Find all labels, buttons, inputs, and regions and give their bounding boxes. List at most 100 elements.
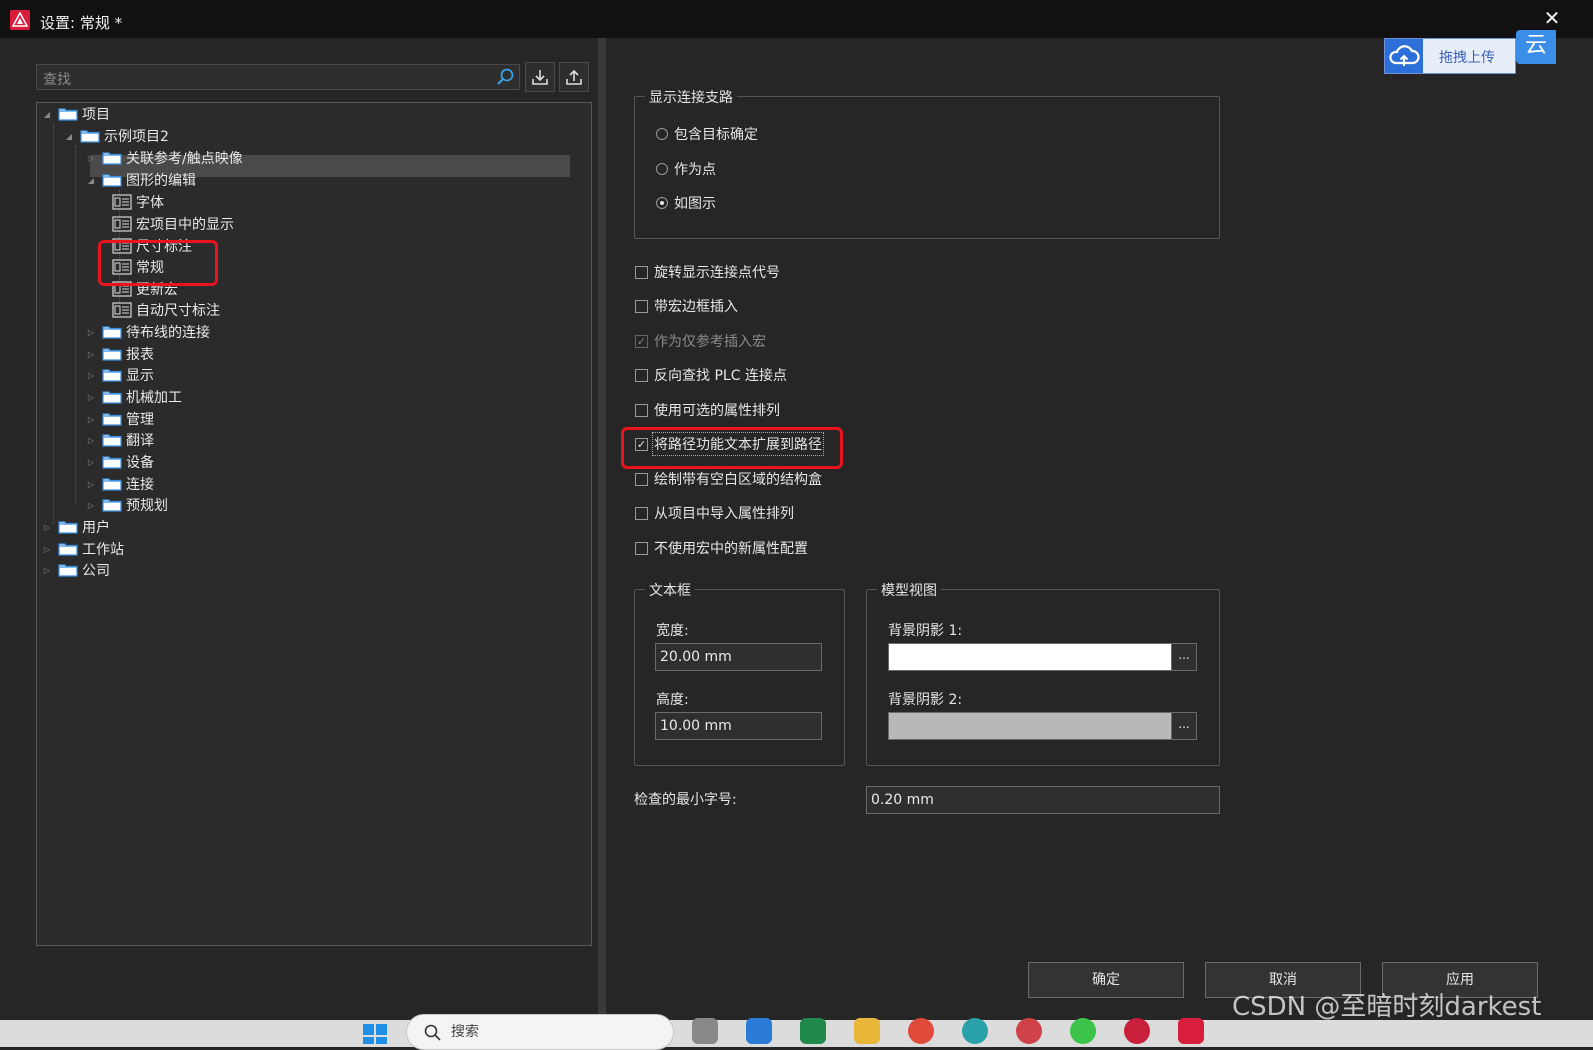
collapse-icon[interactable]: ◢	[64, 132, 74, 141]
tree-item-display[interactable]: ▷ 显示	[86, 364, 154, 386]
expand-icon[interactable]: ▷	[86, 458, 96, 467]
checkbox[interactable]: ✓	[635, 437, 648, 451]
checkbox-import-property-arrangement[interactable]: 从项目中导入属性排列	[635, 503, 794, 523]
search-placeholder: 查找	[43, 72, 71, 88]
checkbox[interactable]	[635, 299, 648, 313]
export-button[interactable]	[559, 62, 589, 92]
background-shade-1-label: 背景阴影 1:	[888, 623, 963, 639]
taskbar-folder-icon[interactable]	[854, 1018, 880, 1044]
folder-icon	[80, 130, 100, 143]
drag-upload-widget[interactable]: 拖拽上传	[1384, 38, 1516, 74]
export-icon	[566, 69, 582, 85]
checkbox-rotate-connection-designation[interactable]: 旋转显示连接点代号	[635, 262, 780, 282]
checkbox-structure-box-blank-area[interactable]: 绘制带有空白区域的结构盒	[635, 469, 822, 489]
tree-item-sample-project[interactable]: ◢ 示例项目2	[64, 125, 169, 147]
tree-item-project[interactable]: ◢ 项目	[42, 103, 110, 125]
windows-start-icon[interactable]	[362, 1018, 388, 1044]
expand-icon[interactable]: ▷	[86, 415, 96, 424]
width-input[interactable]: 20.00 mm	[655, 643, 822, 671]
tree-item-auto-dimensioning[interactable]: 自动尺寸标注	[112, 299, 220, 321]
checkbox-insert-with-macro-frame[interactable]: 带宏边框插入	[635, 296, 738, 316]
tree-item-graphic-editing[interactable]: ◢ 图形的编辑	[86, 169, 196, 191]
tree-item-reports[interactable]: ▷ 报表	[86, 343, 154, 365]
taskbar-app-icon[interactable]	[1124, 1018, 1150, 1044]
import-button[interactable]	[525, 62, 555, 92]
tree-item-cross-reference[interactable]: ▷ 关联参考/触点映像	[86, 147, 243, 169]
tree-item-user[interactable]: ▷ 用户	[42, 516, 110, 538]
taskbar-edge-icon[interactable]	[962, 1018, 988, 1044]
tree-item-update-macro[interactable]: 更新宏	[112, 278, 178, 300]
expand-icon[interactable]: ▷	[42, 523, 52, 532]
expand-icon[interactable]: ▷	[86, 328, 96, 337]
expand-icon[interactable]: ▷	[86, 393, 96, 402]
tree-item-company[interactable]: ▷ 公司	[42, 559, 110, 581]
taskbar-app-icon[interactable]	[1016, 1018, 1042, 1044]
cloud-app-badge[interactable]: 云	[1516, 30, 1556, 64]
radio-button[interactable]	[656, 128, 668, 140]
ok-button[interactable]: 确定	[1028, 962, 1184, 998]
taskbar-wechat-icon[interactable]	[1070, 1018, 1096, 1044]
tree-item-preplanning[interactable]: ▷ 预规划	[86, 494, 168, 516]
tree-item-connections[interactable]: ▷ 连接	[86, 473, 154, 495]
title-bar: 设置: 常规 * ✕	[0, 0, 1593, 38]
tree-item-devices[interactable]: ▷ 设备	[86, 451, 154, 473]
expand-icon[interactable]: ▷	[42, 566, 52, 575]
expand-icon[interactable]: ▷	[86, 436, 96, 445]
search-input[interactable]: 查找	[36, 64, 520, 90]
collapse-icon[interactable]: ◢	[42, 110, 52, 119]
min-font-size-input[interactable]: 0.20 mm	[866, 786, 1220, 814]
folder-icon	[58, 543, 78, 556]
tree-item-workstation[interactable]: ▷ 工作站	[42, 538, 124, 560]
checkbox-extend-path-function-text[interactable]: ✓ 将路径功能文本扩展到路径	[635, 432, 824, 456]
tree-item-machining[interactable]: ▷ 机械加工	[86, 386, 182, 408]
watermark-text: CSDN @至暗时刻darkest	[1232, 992, 1542, 1022]
taskbar-app-icon[interactable]	[692, 1018, 718, 1044]
background-shade-2-picker-button[interactable]: ...	[1171, 712, 1197, 740]
background-shade-1-picker-button[interactable]: ...	[1171, 643, 1197, 671]
background-shade-1-swatch[interactable]	[888, 643, 1172, 671]
background-shade-2-swatch[interactable]	[888, 712, 1172, 740]
expand-icon[interactable]: ▷	[86, 480, 96, 489]
checkbox[interactable]	[635, 541, 648, 555]
close-button[interactable]: ✕	[1540, 6, 1564, 30]
taskbar-search-box[interactable]: 搜索	[406, 1014, 674, 1050]
radio-button[interactable]	[656, 197, 668, 209]
radio-include-target[interactable]: 包含目标确定	[656, 124, 758, 144]
taskbar-app-icon[interactable]	[746, 1018, 772, 1044]
height-input[interactable]: 10.00 mm	[655, 712, 822, 740]
tree-item-general[interactable]: 常规	[112, 256, 164, 278]
expand-icon[interactable]: ▷	[86, 154, 96, 163]
settings-page-icon	[112, 238, 132, 254]
tree-item-dimensioning[interactable]: 尺寸标注	[112, 235, 192, 257]
pane-splitter[interactable]	[598, 38, 606, 1020]
checkbox[interactable]	[635, 403, 648, 417]
tree-item-translation[interactable]: ▷ 翻译	[86, 429, 154, 451]
checkbox[interactable]	[635, 265, 648, 279]
tree-item-management[interactable]: ▷ 管理	[86, 408, 154, 430]
radio-as-point[interactable]: 作为点	[656, 159, 716, 179]
taskbar-search-text: 搜索	[451, 1024, 479, 1040]
radio-button[interactable]	[656, 163, 668, 175]
checkbox[interactable]	[635, 472, 648, 486]
checkbox[interactable]	[635, 368, 648, 382]
taskbar-search-icon	[424, 1024, 441, 1041]
expand-icon[interactable]: ▷	[86, 371, 96, 380]
search-icon[interactable]	[495, 67, 515, 87]
expand-icon[interactable]: ▷	[86, 501, 96, 510]
taskbar-chrome-icon[interactable]	[908, 1018, 934, 1044]
checkbox-optional-property-arrangement[interactable]: 使用可选的属性排列	[635, 400, 780, 420]
tree-item-font[interactable]: 字体	[112, 191, 164, 213]
tree-item-macro-display[interactable]: 宏项目中的显示	[112, 213, 234, 235]
checkbox-no-new-property-config[interactable]: 不使用宏中的新属性配置	[635, 538, 808, 558]
checkbox-reverse-plc-lookup[interactable]: 反向查找 PLC 连接点	[635, 365, 787, 385]
taskbar-excel-icon[interactable]	[800, 1018, 826, 1044]
expand-icon[interactable]: ▷	[42, 545, 52, 554]
taskbar-eplan-icon[interactable]	[1178, 1018, 1204, 1044]
folder-icon	[102, 174, 122, 187]
folder-icon	[58, 564, 78, 577]
expand-icon[interactable]: ▷	[86, 350, 96, 359]
tree-item-pending-connections[interactable]: ▷ 待布线的连接	[86, 321, 210, 343]
collapse-icon[interactable]: ◢	[86, 176, 96, 185]
radio-as-shown[interactable]: 如图示	[656, 193, 716, 213]
checkbox[interactable]	[635, 506, 648, 520]
